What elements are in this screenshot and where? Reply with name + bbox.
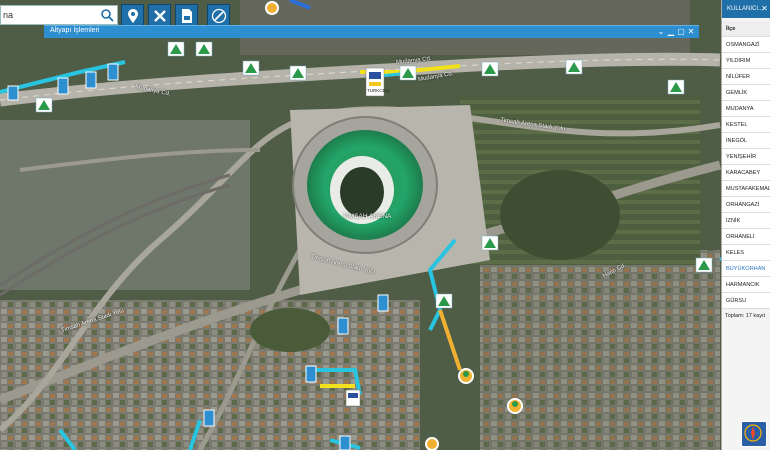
rail-yard	[0, 120, 250, 290]
jedas-marker[interactable]	[667, 79, 685, 95]
tower-marker[interactable]	[57, 77, 69, 95]
panel-titlebar[interactable]: Altyapı İşlemleri ⌄ ▁ ▢ ✕	[44, 25, 699, 38]
tower-marker[interactable]	[339, 435, 351, 450]
jedas-marker[interactable]	[565, 59, 583, 75]
document-icon	[182, 9, 192, 23]
tools-icon	[154, 10, 166, 22]
jedas-marker[interactable]	[481, 61, 499, 77]
close-icon[interactable]: ✕	[760, 4, 769, 13]
tower-marker[interactable]	[203, 409, 215, 427]
tower-marker[interactable]	[305, 365, 317, 383]
district-item[interactable]: MUDANYA	[722, 101, 770, 117]
minimize-icon[interactable]: ▁	[667, 27, 675, 36]
utility-marker[interactable]	[265, 1, 279, 15]
district-item[interactable]: BÜYÜKORHAN	[722, 261, 770, 277]
tree-patch	[250, 308, 330, 352]
navigation-control[interactable]	[741, 421, 767, 447]
tower-marker[interactable]	[337, 317, 349, 335]
close-icon[interactable]: ✕	[687, 27, 695, 36]
satellite-map[interactable]	[0, 0, 770, 450]
stadium-pitch	[340, 167, 384, 217]
compass-icon	[744, 424, 762, 442]
district-item[interactable]: KELES	[722, 245, 770, 261]
tools-button[interactable]	[148, 4, 171, 26]
district-item[interactable]: GEMLİK	[722, 85, 770, 101]
district-list: İlçe OSMANGAZİ YILDIRIM NİLÜFER GEMLİK MUDAN…	[722, 21, 770, 309]
measure-icon	[211, 8, 227, 24]
top-toolbar: na	[0, 0, 260, 28]
list-header: İlçe	[722, 21, 770, 37]
district-item[interactable]: KARACABEY	[722, 165, 770, 181]
tree-patch	[500, 170, 620, 260]
jedas-marker[interactable]	[195, 41, 213, 57]
search-icon[interactable]	[100, 8, 114, 22]
district-item[interactable]: KESTEL	[722, 117, 770, 133]
district-item[interactable]: HARMANCIK	[722, 277, 770, 293]
jedas-marker[interactable]	[167, 41, 185, 57]
measure-button[interactable]	[207, 4, 230, 26]
jedas-marker[interactable]	[289, 65, 307, 81]
district-item[interactable]: ORHANGAZİ	[722, 197, 770, 213]
record-count: Toplam: 17 kayıt	[725, 313, 766, 319]
district-item[interactable]: NİLÜFER	[722, 69, 770, 85]
chevron-down-icon[interactable]: ⌄	[657, 27, 665, 36]
stadium-label: TIMSAH ARENA	[343, 213, 392, 220]
search-input[interactable]: na	[0, 5, 118, 25]
urban-area	[480, 250, 720, 450]
map-pin-icon	[128, 9, 138, 23]
district-item[interactable]: İNEGÖL	[722, 133, 770, 149]
jedas-marker[interactable]	[35, 97, 53, 113]
turkcell-label: TURKCELL	[367, 88, 391, 93]
district-item[interactable]: OSMANGAZİ	[722, 37, 770, 53]
district-item[interactable]: İZNİK	[722, 213, 770, 229]
restore-icon[interactable]: ▢	[677, 27, 685, 36]
search-value: na	[3, 10, 14, 20]
jedas-marker[interactable]	[242, 60, 260, 76]
tower-marker[interactable]	[85, 71, 97, 89]
utility-marker[interactable]	[458, 368, 474, 384]
district-item[interactable]: YENİŞEHİR	[722, 149, 770, 165]
utility-marker[interactable]	[507, 398, 523, 414]
district-item[interactable]: YILDIRIM	[722, 53, 770, 69]
panel-title: Altyapı İşlemleri	[50, 27, 100, 34]
document-button[interactable]	[175, 4, 198, 26]
jedas-marker[interactable]	[695, 257, 713, 273]
district-item[interactable]: GÜRSU	[722, 293, 770, 309]
district-item[interactable]: ORHANELİ	[722, 229, 770, 245]
tower-marker[interactable]	[107, 63, 119, 81]
district-item[interactable]: MUSTAFAKEMAL	[722, 181, 770, 197]
jedas-marker[interactable]	[399, 65, 417, 81]
turkcell-marker[interactable]	[345, 389, 361, 407]
location-button[interactable]	[121, 4, 144, 26]
tower-marker[interactable]	[377, 294, 389, 312]
jedas-marker[interactable]	[481, 235, 499, 251]
side-panel-title: KULLANICI...	[727, 6, 764, 12]
jedas-marker[interactable]	[435, 293, 453, 309]
tower-marker[interactable]	[7, 85, 19, 101]
district-panel: KULLANICI... ✕ İlçe OSMANGAZİ YILDIRIM NİL…	[721, 0, 770, 450]
